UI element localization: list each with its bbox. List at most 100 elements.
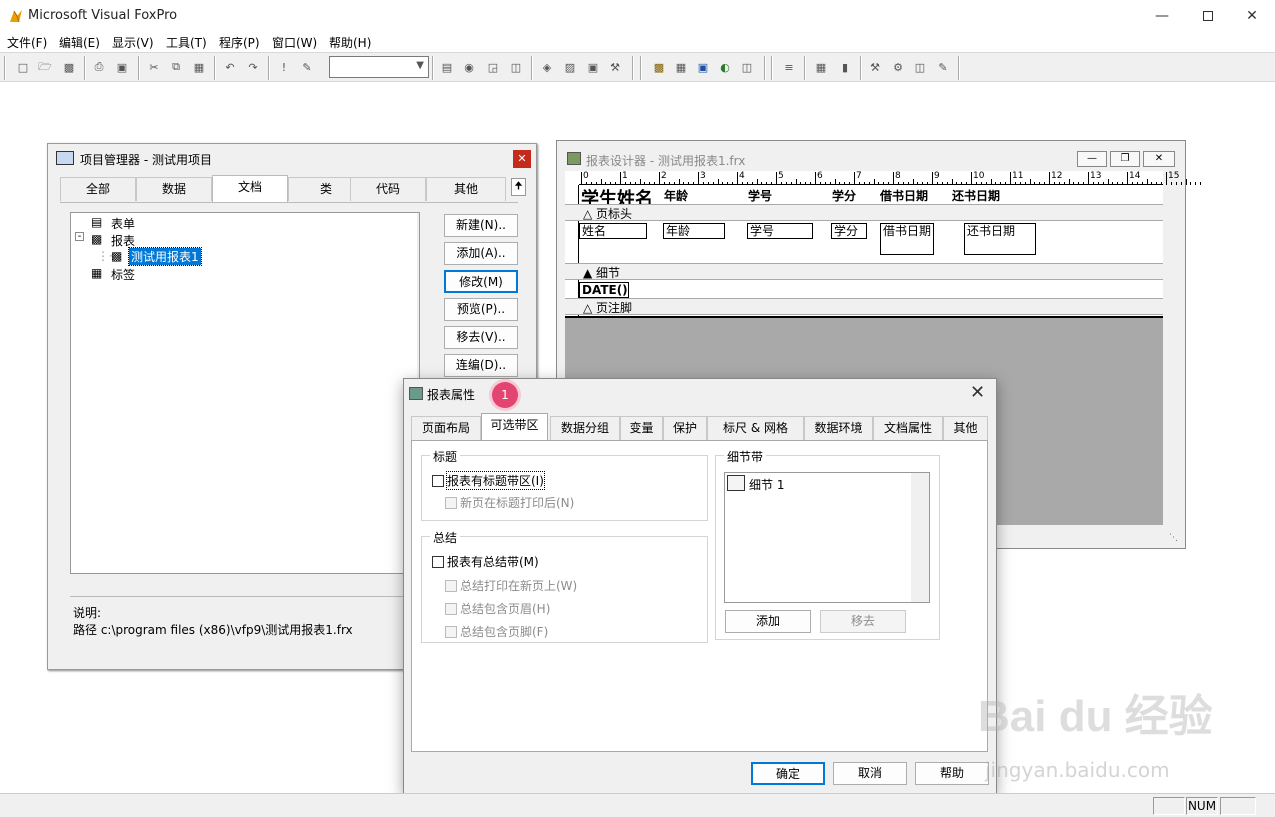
- tab-data[interactable]: 数据: [136, 177, 212, 201]
- command-window-icon[interactable]: ▤: [438, 58, 456, 76]
- collapse-icon[interactable]: -: [75, 232, 84, 242]
- scrollbar[interactable]: [911, 473, 929, 602]
- band-page-footer[interactable]: △ 页注脚: [565, 298, 1163, 315]
- close-icon[interactable]: ✕: [970, 382, 985, 403]
- modify-button[interactable]: 修改(M): [444, 270, 518, 293]
- ok-button[interactable]: 确定: [751, 762, 825, 785]
- tab-all[interactable]: 全部: [60, 177, 136, 201]
- menu-window[interactable]: 窗口(W): [272, 34, 317, 51]
- menu-edit[interactable]: 编辑(E): [59, 34, 100, 51]
- minimize-icon[interactable]: —: [1139, 0, 1185, 32]
- header-age[interactable]: 年龄: [664, 187, 688, 204]
- field-id[interactable]: 学号: [747, 223, 813, 239]
- copy-icon[interactable]: ⧉: [167, 58, 185, 76]
- redo-icon[interactable]: ↷: [244, 58, 262, 76]
- report-controls-icon[interactable]: ▩: [650, 58, 668, 76]
- menu-help[interactable]: 帮助(H): [329, 34, 371, 51]
- report-preview-icon[interactable]: ▣: [694, 58, 712, 76]
- debug-icon[interactable]: ⚙: [889, 58, 907, 76]
- open-icon[interactable]: 🗁: [36, 58, 54, 76]
- tab-code[interactable]: 代码: [350, 177, 426, 201]
- header-id[interactable]: 学号: [748, 187, 772, 204]
- summary-new-page-checkbox[interactable]: 总结打印在新页上(W): [445, 577, 577, 594]
- help-button[interactable]: 帮助: [915, 762, 989, 785]
- page-icon[interactable]: ▮: [836, 58, 854, 76]
- tree-item-test-report[interactable]: 测试用报表1: [128, 247, 202, 266]
- add-button[interactable]: 添加(A)..: [444, 242, 518, 265]
- save-icon[interactable]: ▩: [60, 58, 78, 76]
- data-environment-icon[interactable]: ◫: [738, 58, 756, 76]
- project-tree[interactable]: ▤ 表单 - ▩ 报表 ⋮··· ▩ 测试用报表1 ▦ 标签: [70, 212, 420, 574]
- summary-page-header-checkbox[interactable]: 总结包含页眉(H): [445, 600, 550, 617]
- field-return-date[interactable]: 还书日期: [964, 223, 1036, 255]
- tab-protection[interactable]: 保护: [663, 416, 707, 440]
- tab-data-environment[interactable]: 数据环境: [804, 416, 873, 440]
- new-icon[interactable]: □: [14, 58, 32, 76]
- header-return-date[interactable]: 还书日期: [952, 187, 1000, 204]
- build-icon[interactable]: ⚒: [866, 58, 884, 76]
- menu-view[interactable]: 显示(V): [112, 34, 154, 51]
- resize-grip-icon[interactable]: ⋱: [1169, 533, 1178, 543]
- cut-icon[interactable]: ✂: [145, 58, 163, 76]
- close-icon[interactable]: ✕: [513, 150, 531, 168]
- summary-page-footer-checkbox[interactable]: 总结包含页脚(F): [445, 623, 548, 640]
- header-borrow-date[interactable]: 借书日期: [880, 187, 928, 204]
- database-combo[interactable]: ▼: [329, 56, 429, 78]
- tab-data-grouping[interactable]: 数据分组: [550, 416, 620, 440]
- menu-file[interactable]: 文件(F): [7, 34, 47, 51]
- code-references-icon[interactable]: ◫: [507, 58, 525, 76]
- field-date[interactable]: DATE(): [579, 282, 629, 298]
- data-session-icon[interactable]: ◉: [460, 58, 478, 76]
- close-icon[interactable]: ✕: [1143, 151, 1175, 167]
- tab-documents[interactable]: 文档: [212, 175, 288, 202]
- band-page-header[interactable]: △ 页标头: [565, 204, 1163, 221]
- tree-item-reports[interactable]: 报表: [111, 232, 135, 249]
- detail-band-item[interactable]: 细节 1: [749, 476, 784, 493]
- tab-ruler-grid[interactable]: 标尺 & 网格: [707, 416, 804, 440]
- report-properties-dialog[interactable]: 报表属性 1 ✕ 页面布局 可选带区 数据分组 变量 保护 标尺 & 网格 数据…: [403, 378, 997, 794]
- class-browser-icon[interactable]: ◈: [538, 58, 556, 76]
- menu-program[interactable]: 程序(P): [219, 34, 260, 51]
- cancel-button[interactable]: 取消: [833, 762, 907, 785]
- restore-icon[interactable]: ❐: [1110, 151, 1140, 167]
- modify-form-icon[interactable]: ✎: [298, 58, 316, 76]
- minimize-icon[interactable]: —: [1077, 151, 1107, 167]
- has-summary-band-checkbox[interactable]: 报表有总结带(M): [432, 553, 539, 570]
- field-name[interactable]: 姓名: [579, 223, 647, 239]
- preview-button[interactable]: 预览(P)..: [444, 298, 518, 321]
- field-age[interactable]: 年龄: [663, 223, 725, 239]
- tab-variables[interactable]: 变量: [620, 416, 663, 440]
- maximize-icon[interactable]: [1185, 0, 1231, 32]
- field-credit[interactable]: 学分: [831, 223, 867, 239]
- layout-icon[interactable]: ◫: [911, 58, 929, 76]
- paste-icon[interactable]: ▦: [190, 58, 208, 76]
- report-layout-icon[interactable]: ▦: [672, 58, 690, 76]
- print-icon[interactable]: ⎙: [90, 58, 108, 76]
- build-button[interactable]: 连编(D)..: [444, 354, 518, 377]
- tab-optional-bands[interactable]: 可选带区: [481, 413, 548, 441]
- project-manager-titlebar[interactable]: 项目管理器 - 测试用项目 ✕: [48, 144, 536, 174]
- field-borrow-date[interactable]: 借书日期: [880, 223, 934, 255]
- undo-icon[interactable]: ↶: [221, 58, 239, 76]
- new-button[interactable]: 新建(N)..: [444, 214, 518, 237]
- print-preview-icon[interactable]: ▣: [113, 58, 131, 76]
- remove-detail-button[interactable]: 移去: [820, 610, 906, 633]
- has-title-band-checkbox[interactable]: 报表有标题带区(I): [432, 471, 545, 490]
- tree-item-labels[interactable]: 标签: [111, 266, 135, 283]
- color-palette-icon[interactable]: ◐: [716, 58, 734, 76]
- close-icon[interactable]: ✕: [1229, 0, 1275, 32]
- tab-other[interactable]: 其他: [943, 416, 988, 440]
- task-pane-icon[interactable]: ▣: [584, 58, 602, 76]
- properties-icon[interactable]: ◲: [484, 58, 502, 76]
- group-icon[interactable]: ▦: [812, 58, 830, 76]
- wizard-icon[interactable]: ✎: [934, 58, 952, 76]
- add-detail-button[interactable]: 添加: [725, 610, 811, 633]
- align-icon[interactable]: ≡: [780, 58, 798, 76]
- tree-item-forms[interactable]: 表单: [111, 215, 135, 232]
- new-page-after-title-checkbox[interactable]: 新页在标题打印后(N): [445, 494, 574, 511]
- tab-document-properties[interactable]: 文档属性: [873, 416, 943, 440]
- run-icon[interactable]: !: [275, 58, 293, 76]
- detail-bands-list[interactable]: 细节 1: [724, 472, 930, 603]
- tab-other[interactable]: 其他: [426, 177, 506, 201]
- tab-page-layout[interactable]: 页面布局: [411, 416, 481, 440]
